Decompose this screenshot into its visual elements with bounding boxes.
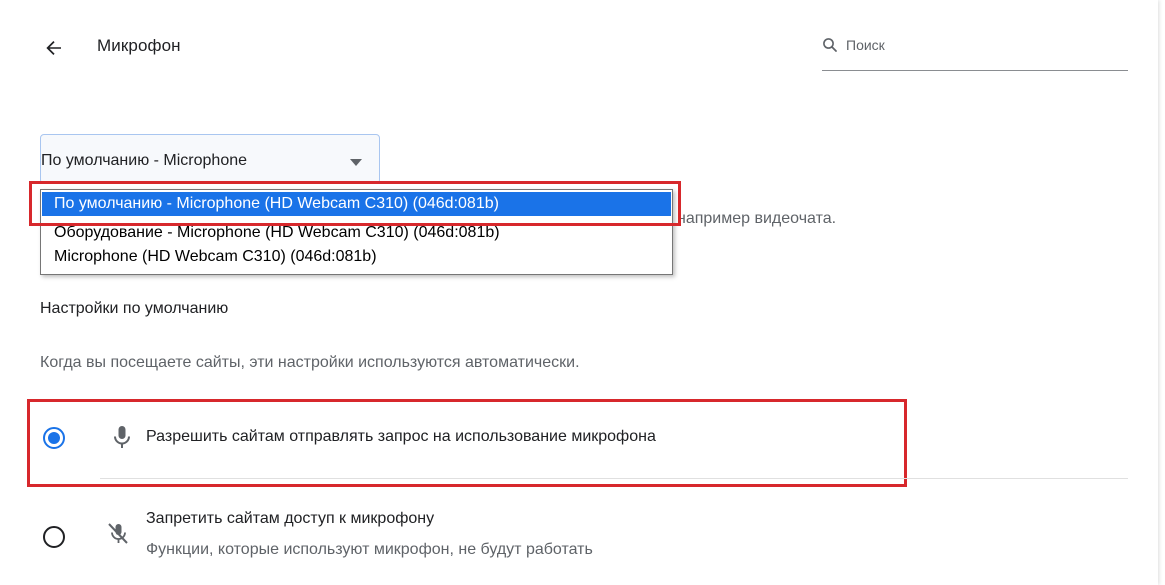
settings-card: Микрофон По умолчанию - Microphone напри… — [0, 0, 1158, 585]
search-field[interactable] — [822, 34, 1128, 71]
dropdown-option-default[interactable]: По умолчанию - Microphone (HD Webcam C31… — [42, 192, 671, 216]
search-icon — [823, 38, 837, 52]
microphone-dropdown-list: По умолчанию - Microphone (HD Webcam C31… — [40, 189, 673, 275]
microphone-off-icon — [106, 521, 128, 549]
block-sublabel: Функции, которые используют микрофон, не… — [146, 541, 593, 558]
page: Микрофон По умолчанию - Microphone напри… — [0, 0, 1165, 585]
caret-down-icon[interactable] — [350, 159, 362, 166]
defaults-description: Когда вы посещаете сайты, эти настройки … — [40, 354, 580, 371]
microphone-select-value: По умолчанию - Microphone — [41, 152, 248, 169]
dropdown-option-hardware[interactable]: Оборудование - Microphone (HD Webcam C31… — [42, 221, 671, 245]
page-title: Микрофон — [97, 36, 181, 55]
arrow-left-icon — [46, 41, 61, 55]
allow-radio[interactable] — [43, 427, 65, 449]
search-input[interactable] — [846, 34, 1106, 56]
divider — [100, 478, 1128, 479]
dropdown-option-webcam[interactable]: Microphone (HD Webcam C310) (046d:081b) — [42, 245, 671, 269]
block-label[interactable]: Запретить сайтам доступ к микрофону — [146, 510, 434, 528]
microphone-icon — [111, 424, 133, 452]
back-button[interactable] — [36, 30, 72, 66]
defaults-heading: Настройки по умолчанию — [40, 300, 229, 317]
block-radio[interactable] — [43, 526, 65, 548]
microphone-description: например видеочата. — [677, 210, 837, 227]
allow-label[interactable]: Разрешить сайтам отправлять запрос на ис… — [146, 428, 656, 446]
